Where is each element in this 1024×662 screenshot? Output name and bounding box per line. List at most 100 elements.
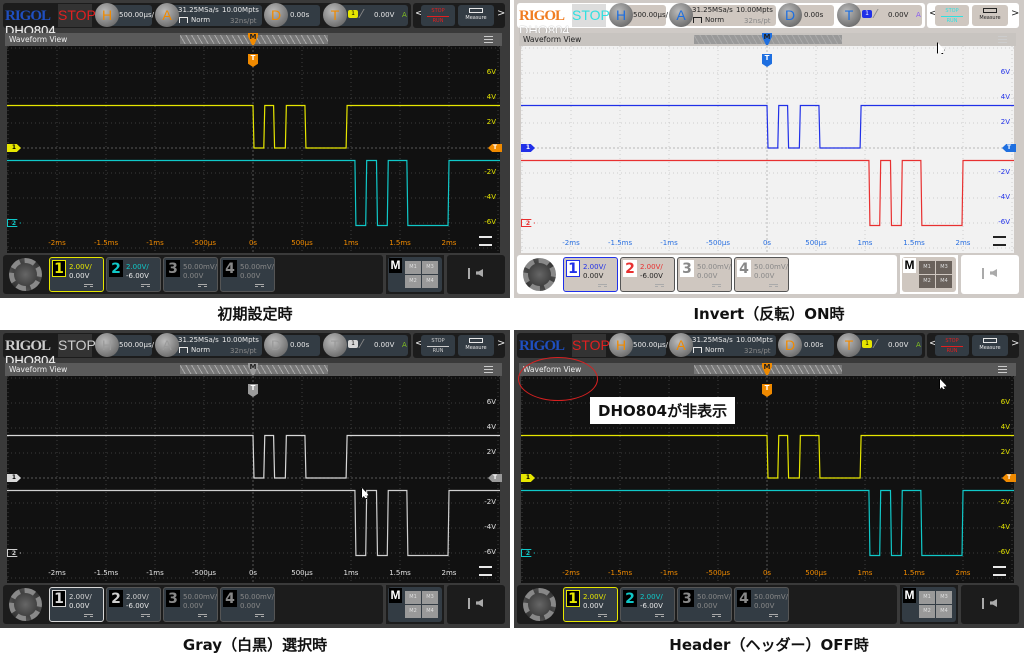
time-axis-label: 1.5ms bbox=[389, 239, 411, 247]
math-button[interactable]: M M1 M3 M2 M4 bbox=[902, 257, 956, 292]
math-slot-M1[interactable]: M1 bbox=[405, 591, 421, 604]
channel-1-box[interactable]: 1 2.00V/0.00V bbox=[563, 257, 618, 292]
stop-run-button[interactable]: STOP RUN bbox=[935, 5, 969, 26]
math-button[interactable]: M M1 M3 M2 M4 bbox=[902, 587, 956, 622]
math-slot-M2[interactable]: M2 bbox=[405, 275, 421, 288]
channel-1-box[interactable]: 1 2.00V/0.00V bbox=[49, 587, 104, 622]
gear-menu-icon[interactable] bbox=[9, 258, 42, 291]
run-state-indicator[interactable]: STOP bbox=[572, 334, 610, 357]
math-slot-M3[interactable]: M3 bbox=[422, 591, 438, 604]
channel-4-box[interactable]: 4 50.00mV/0.00V bbox=[220, 587, 275, 622]
trigger-button[interactable]: T bbox=[837, 3, 861, 27]
channel-3-box[interactable]: 3 50.00mV/0.00V bbox=[677, 587, 732, 622]
axis-menu-icon[interactable] bbox=[479, 566, 492, 576]
axis-menu-icon[interactable] bbox=[993, 236, 1006, 246]
math-slot-M1[interactable]: M1 bbox=[919, 261, 935, 274]
math-slot-M4[interactable]: M4 bbox=[936, 605, 952, 618]
ruler-icon bbox=[469, 338, 483, 343]
channel-4-box[interactable]: 4 50.00mV/0.00V bbox=[734, 587, 789, 622]
channel-3-box[interactable]: 3 50.00mV/0.00V bbox=[677, 257, 732, 292]
math-slot-M1[interactable]: M1 bbox=[919, 591, 935, 604]
dc-coupling-icon bbox=[598, 284, 607, 287]
channel-1-box[interactable]: 1 2.00V/0.00V bbox=[49, 257, 104, 292]
measure-button[interactable]: Measure bbox=[972, 335, 1008, 356]
ruler-icon bbox=[469, 8, 483, 13]
channel-4-box[interactable]: 4 50.00mV/0.00V bbox=[220, 257, 275, 292]
delay-button[interactable]: D bbox=[264, 333, 288, 357]
time-axis-label: 0s bbox=[762, 569, 772, 577]
acquire-button[interactable]: A bbox=[669, 333, 693, 357]
pulse-icon bbox=[179, 347, 188, 353]
math-slot-M1[interactable]: M1 bbox=[405, 261, 421, 274]
channel-2-box[interactable]: 2 2.00V/-6.00V bbox=[620, 257, 675, 292]
channel-2-box[interactable]: 2 2.00V/-6.00V bbox=[106, 257, 161, 292]
time-axis-label: 2ms bbox=[955, 569, 971, 577]
channel-4-box[interactable]: 4 50.00mV/0.00V bbox=[734, 257, 789, 292]
delay-button[interactable]: D bbox=[264, 3, 288, 27]
time-axis-label: -1.5ms bbox=[94, 569, 119, 577]
view-menu-icon[interactable] bbox=[484, 366, 493, 373]
axis-menu-icon[interactable] bbox=[993, 566, 1006, 576]
time-axis-label: 1ms bbox=[343, 569, 359, 577]
delay-button[interactable]: D bbox=[778, 333, 802, 357]
math-button[interactable]: M M1 M3 M2 M4 bbox=[388, 257, 442, 292]
gear-menu-icon[interactable] bbox=[523, 588, 556, 621]
measure-button[interactable]: Measure bbox=[972, 5, 1008, 26]
usb-icon bbox=[982, 598, 984, 609]
channel-scale: 2.00V/ bbox=[640, 593, 663, 601]
gear-menu-icon[interactable] bbox=[9, 588, 42, 621]
axis-menu-icon[interactable] bbox=[479, 236, 492, 246]
math-slot-M4[interactable]: M4 bbox=[422, 605, 438, 618]
measure-label: Measure bbox=[465, 345, 487, 351]
run-state-indicator[interactable]: STOP bbox=[58, 334, 96, 357]
view-menu-icon[interactable] bbox=[998, 36, 1007, 43]
nav-right-button[interactable]: > bbox=[1011, 338, 1019, 349]
measure-button[interactable]: Measure bbox=[458, 335, 494, 356]
horizontal-button[interactable]: H bbox=[609, 3, 633, 27]
run-state-indicator[interactable]: STOP bbox=[58, 4, 96, 27]
channel-3-box[interactable]: 3 50.00mV/0.00V bbox=[163, 257, 218, 292]
trigger-button[interactable]: T bbox=[323, 3, 347, 27]
measure-button[interactable]: Measure bbox=[458, 5, 494, 26]
horizontal-button[interactable]: H bbox=[95, 3, 119, 27]
nav-right-button[interactable]: > bbox=[497, 338, 505, 349]
math-label: M bbox=[389, 258, 402, 273]
channel-3-box[interactable]: 3 50.00mV/0.00V bbox=[163, 587, 218, 622]
math-slot-M4[interactable]: M4 bbox=[422, 275, 438, 288]
nav-right-button[interactable]: > bbox=[497, 8, 505, 19]
channel-scale: 50.00mV/ bbox=[697, 593, 732, 601]
dc-coupling-icon bbox=[255, 284, 264, 287]
view-menu-icon[interactable] bbox=[998, 366, 1007, 373]
stop-run-button[interactable]: STOP RUN bbox=[421, 335, 455, 356]
stop-run-button[interactable]: STOP RUN bbox=[421, 5, 455, 26]
math-slot-M2[interactable]: M2 bbox=[919, 605, 935, 618]
acquire-button[interactable]: A bbox=[155, 3, 179, 27]
math-slot-M2[interactable]: M2 bbox=[405, 605, 421, 618]
trigger-button[interactable]: T bbox=[837, 333, 861, 357]
math-slot-M3[interactable]: M3 bbox=[422, 261, 438, 274]
channel-2-box[interactable]: 2 2.00V/-6.00V bbox=[620, 587, 675, 622]
nav-right-button[interactable]: > bbox=[1011, 8, 1019, 19]
acquire-button[interactable]: A bbox=[155, 333, 179, 357]
delay-button[interactable]: D bbox=[778, 3, 802, 27]
channel-number: 1 bbox=[566, 590, 580, 607]
channel-1-box[interactable]: 1 2.00V/0.00V bbox=[563, 587, 618, 622]
run-state-indicator[interactable]: STOP bbox=[572, 4, 610, 27]
time-axis-label: -2ms bbox=[48, 569, 66, 577]
math-slot-M3[interactable]: M3 bbox=[936, 261, 952, 274]
horizontal-button[interactable]: H bbox=[609, 333, 633, 357]
waveform-plot bbox=[7, 376, 500, 583]
acquire-button[interactable]: A bbox=[669, 3, 693, 27]
trigger-source-badge: 1 bbox=[862, 340, 872, 348]
math-slot-M2[interactable]: M2 bbox=[919, 275, 935, 288]
waveform-view-title: Waveform View bbox=[9, 35, 68, 44]
trigger-button[interactable]: T bbox=[323, 333, 347, 357]
horizontal-button[interactable]: H bbox=[95, 333, 119, 357]
math-slot-M4[interactable]: M4 bbox=[936, 275, 952, 288]
stop-run-button[interactable]: STOP RUN bbox=[935, 335, 969, 356]
math-slot-M3[interactable]: M3 bbox=[936, 591, 952, 604]
channel-2-box[interactable]: 2 2.00V/-6.00V bbox=[106, 587, 161, 622]
view-menu-icon[interactable] bbox=[484, 36, 493, 43]
gear-menu-icon[interactable] bbox=[523, 258, 556, 291]
math-button[interactable]: M M1 M3 M2 M4 bbox=[388, 587, 442, 622]
